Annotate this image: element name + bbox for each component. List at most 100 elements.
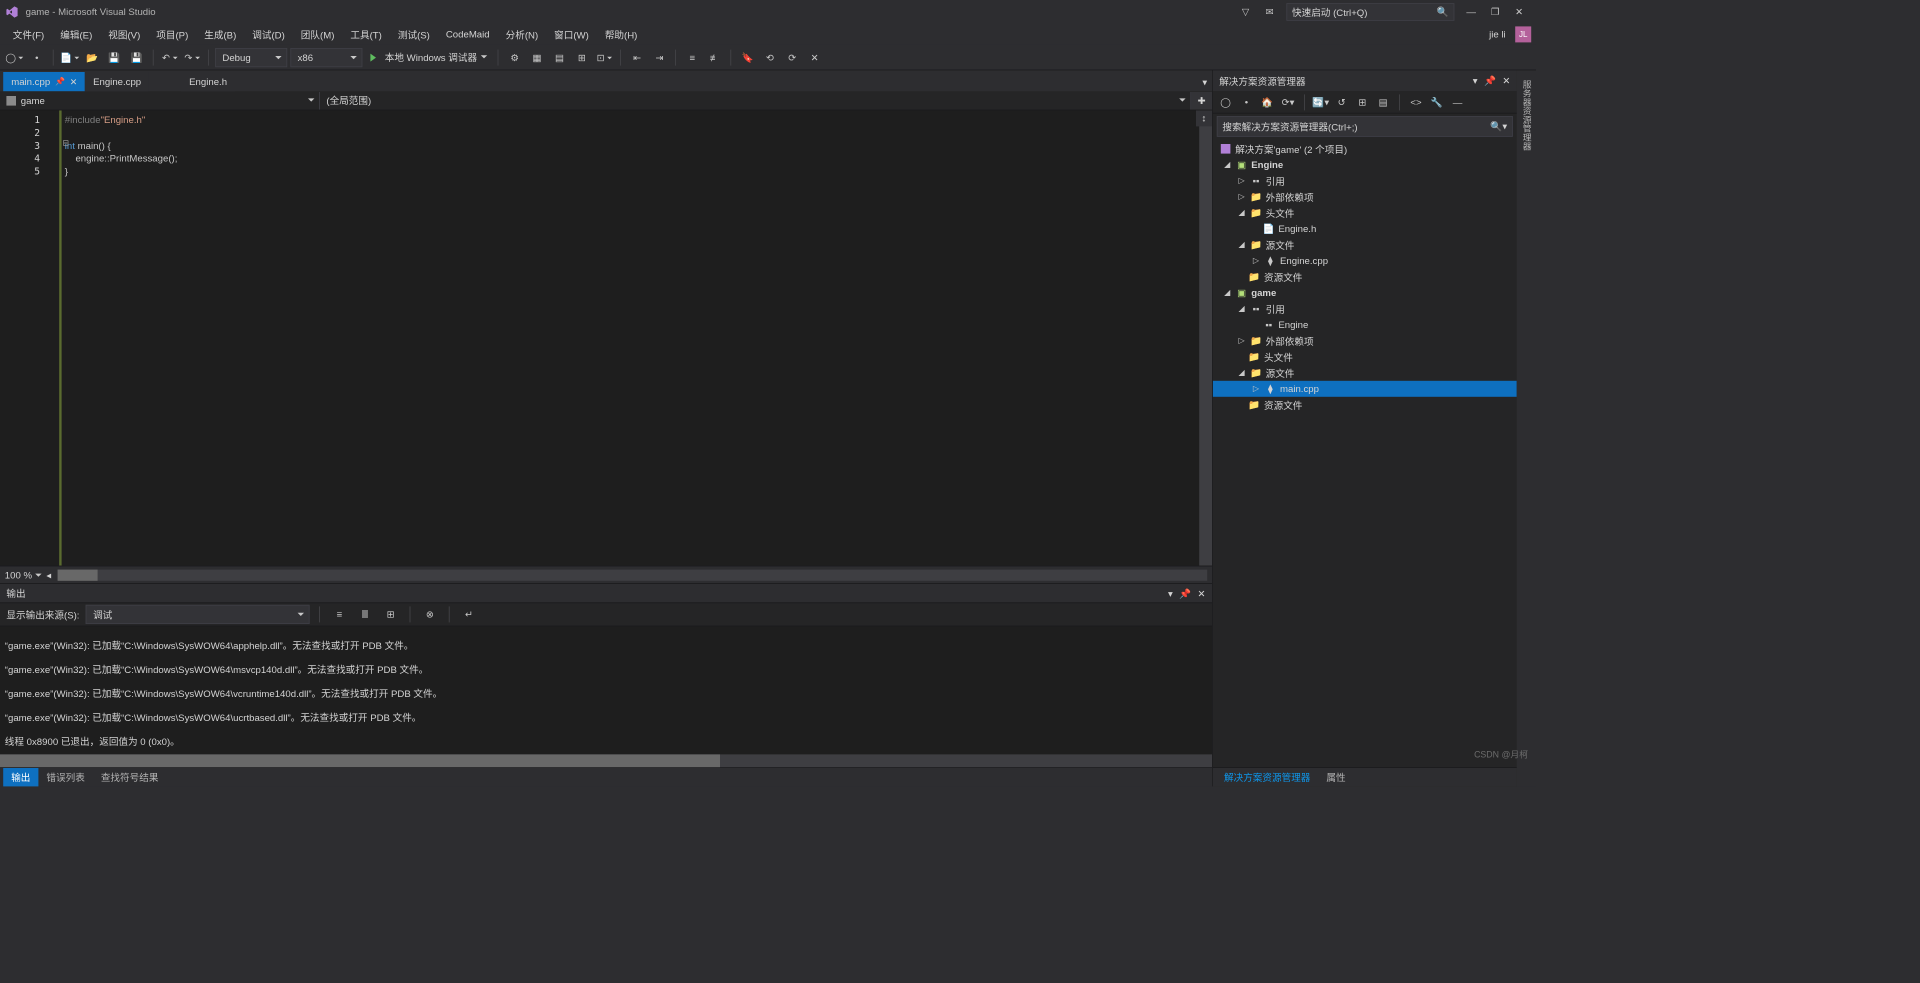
tabs-overflow-icon[interactable]: ▾ [1198, 74, 1212, 92]
uncomment-icon[interactable]: ≢ [705, 48, 724, 67]
editor-hscrollbar[interactable] [58, 569, 1208, 580]
menu-file[interactable]: 文件(F) [5, 25, 52, 43]
menu-test[interactable]: 测试(S) [390, 25, 438, 43]
tool-icon-4[interactable]: ⊞ [572, 48, 591, 67]
node-game[interactable]: ▣game [1213, 285, 1517, 301]
save-all-button[interactable]: 💾 [127, 48, 146, 67]
node-engine-res[interactable]: 📁资源文件 [1213, 269, 1517, 285]
indent-icon[interactable]: ⇤ [627, 48, 646, 67]
zoom-handle-icon[interactable]: ◂ [46, 569, 51, 580]
tab-engine-h[interactable]: Engine.h [181, 72, 235, 91]
output-body[interactable]: “game.exe”(Win32): 已加载“C:\Windows\SysWOW… [0, 626, 1212, 754]
node-engine-refs[interactable]: ▪▪引用 [1213, 173, 1517, 189]
explorer-search-input[interactable]: 搜索解决方案资源管理器(Ctrl+;) 🔍▾ [1217, 116, 1513, 137]
btab-output[interactable]: 输出 [3, 768, 38, 786]
node-engine-h[interactable]: 📄Engine.h [1213, 221, 1517, 237]
output-tool-2[interactable]: ≣ [355, 605, 374, 624]
menu-view[interactable]: 视图(V) [100, 25, 148, 43]
output-hscrollbar[interactable] [0, 754, 1212, 767]
node-game-refs[interactable]: ▪▪引用 [1213, 301, 1517, 317]
undo-button[interactable]: ↶ [160, 48, 179, 67]
rtab-explorer[interactable]: 解决方案资源管理器 [1216, 768, 1318, 786]
menu-edit[interactable]: 编辑(E) [52, 25, 100, 43]
explorer-dropdown-icon[interactable]: ▾ [1473, 75, 1478, 86]
pin-icon[interactable]: 📌 [55, 77, 65, 86]
tab-main-cpp[interactable]: main.cpp 📌 ✕ [3, 72, 85, 91]
zoom-dropdown[interactable]: 100 % [5, 569, 42, 580]
tab-engine-cpp[interactable]: Engine.cpp [85, 72, 149, 91]
server-explorer-tab[interactable]: 服务器资源管理器 [1518, 75, 1534, 155]
minimize-icon[interactable]: — [1459, 1, 1483, 23]
menu-team[interactable]: 团队(M) [293, 25, 343, 43]
btab-errors[interactable]: 错误列表 [38, 768, 92, 786]
forward-button[interactable]: • [27, 48, 46, 67]
home-icon[interactable]: 🏠 [1259, 94, 1275, 110]
menu-build[interactable]: 生成(B) [196, 25, 244, 43]
code-icon[interactable]: <> [1408, 94, 1424, 110]
node-engine-ext[interactable]: 📁外部依赖项 [1213, 189, 1517, 205]
tool-icon-6[interactable]: ⟲ [760, 48, 779, 67]
tool-icon-8[interactable]: ✕ [805, 48, 824, 67]
tool-icon-3[interactable]: ▤ [550, 48, 569, 67]
back-button[interactable]: ◯ [5, 48, 24, 67]
user-name[interactable]: jie li [1483, 29, 1512, 40]
explorer-close-icon[interactable]: ✕ [1502, 75, 1510, 86]
node-game-sources[interactable]: 📁源文件 [1213, 365, 1517, 381]
maximize-icon[interactable]: ❐ [1483, 1, 1507, 23]
save-button[interactable]: 💾 [105, 48, 124, 67]
view-icon[interactable]: 🔄▾ [1313, 94, 1329, 110]
fold-icon[interactable]: ⊟ [62, 139, 69, 148]
new-project-button[interactable]: 📄 [60, 48, 79, 67]
bookmark-icon[interactable]: 🔖 [738, 48, 757, 67]
menu-help[interactable]: 帮助(H) [597, 25, 646, 43]
node-engine-cpp[interactable]: ⧫Engine.cpp [1213, 253, 1517, 269]
tool-icon-1[interactable]: ⚙ [505, 48, 524, 67]
outdent-icon[interactable]: ⇥ [650, 48, 669, 67]
menu-debug[interactable]: 调试(D) [244, 25, 293, 43]
comment-icon[interactable]: ≡ [683, 48, 702, 67]
node-solution[interactable]: 解决方案'game' (2 个项目) [1213, 141, 1517, 157]
panel-close-icon[interactable]: ✕ [1198, 588, 1206, 599]
collapse-icon[interactable]: ⊞ [1354, 94, 1370, 110]
close-icon[interactable]: ✕ [1507, 1, 1531, 23]
panel-pin-icon[interactable]: 📌 [1179, 588, 1191, 599]
output-clear-icon[interactable]: ⊗ [420, 605, 439, 624]
node-engine-sources[interactable]: 📁源文件 [1213, 237, 1517, 253]
rtab-properties[interactable]: 属性 [1318, 768, 1353, 786]
scope-global-dropdown[interactable]: (全局范围) [320, 92, 1191, 110]
editor-vscrollbar[interactable] [1199, 110, 1212, 565]
output-tool-3[interactable]: ⊞ [381, 605, 400, 624]
close-tab-icon[interactable]: ✕ [70, 76, 77, 86]
tool-icon-5[interactable]: ⊡ [595, 48, 614, 67]
platform-dropdown[interactable]: x86 [290, 48, 362, 67]
menu-analyze[interactable]: 分析(N) [498, 25, 547, 43]
node-game-ref-engine[interactable]: ▪▪Engine [1213, 317, 1517, 333]
open-button[interactable]: 📂 [82, 48, 101, 67]
more-icon[interactable]: — [1450, 94, 1466, 110]
avatar[interactable]: JL [1515, 26, 1531, 42]
properties-icon[interactable]: 🔧 [1429, 94, 1445, 110]
refresh-icon[interactable]: ↺ [1334, 94, 1350, 110]
menu-window[interactable]: 窗口(W) [546, 25, 597, 43]
show-all-icon[interactable]: ▤ [1375, 94, 1391, 110]
node-engine[interactable]: ▣Engine [1213, 157, 1517, 173]
code-editor[interactable]: 1 2 3 4 5 ⊟ #include"Engine.h" int main(… [0, 110, 1212, 565]
output-wrap-icon[interactable]: ↵ [459, 605, 478, 624]
notifications-icon[interactable]: ▽ [1234, 1, 1258, 23]
code-area[interactable]: #include"Engine.h" int main() { engine::… [59, 110, 1199, 565]
feedback-icon[interactable]: ✉ [1258, 1, 1282, 23]
redo-button[interactable]: ↷ [182, 48, 201, 67]
scope-project-dropdown[interactable]: game [0, 92, 320, 110]
node-game-ext[interactable]: 📁外部依赖项 [1213, 333, 1517, 349]
node-game-res[interactable]: 📁资源文件 [1213, 397, 1517, 413]
output-tool-1[interactable]: ≡ [330, 605, 349, 624]
config-dropdown[interactable]: Debug [215, 48, 287, 67]
btab-find-symbols[interactable]: 查找符号结果 [93, 768, 167, 786]
menu-codemaid[interactable]: CodeMaid [438, 26, 498, 42]
split-icon[interactable]: ↕ [1196, 110, 1212, 126]
nav-back-icon[interactable]: ◯ [1218, 94, 1234, 110]
sync-icon[interactable]: ⟳▾ [1280, 94, 1296, 110]
nav-fwd-icon[interactable]: • [1238, 94, 1254, 110]
start-debug-button[interactable]: 本地 Windows 调试器 [366, 48, 492, 67]
node-engine-headers[interactable]: 📁头文件 [1213, 205, 1517, 221]
